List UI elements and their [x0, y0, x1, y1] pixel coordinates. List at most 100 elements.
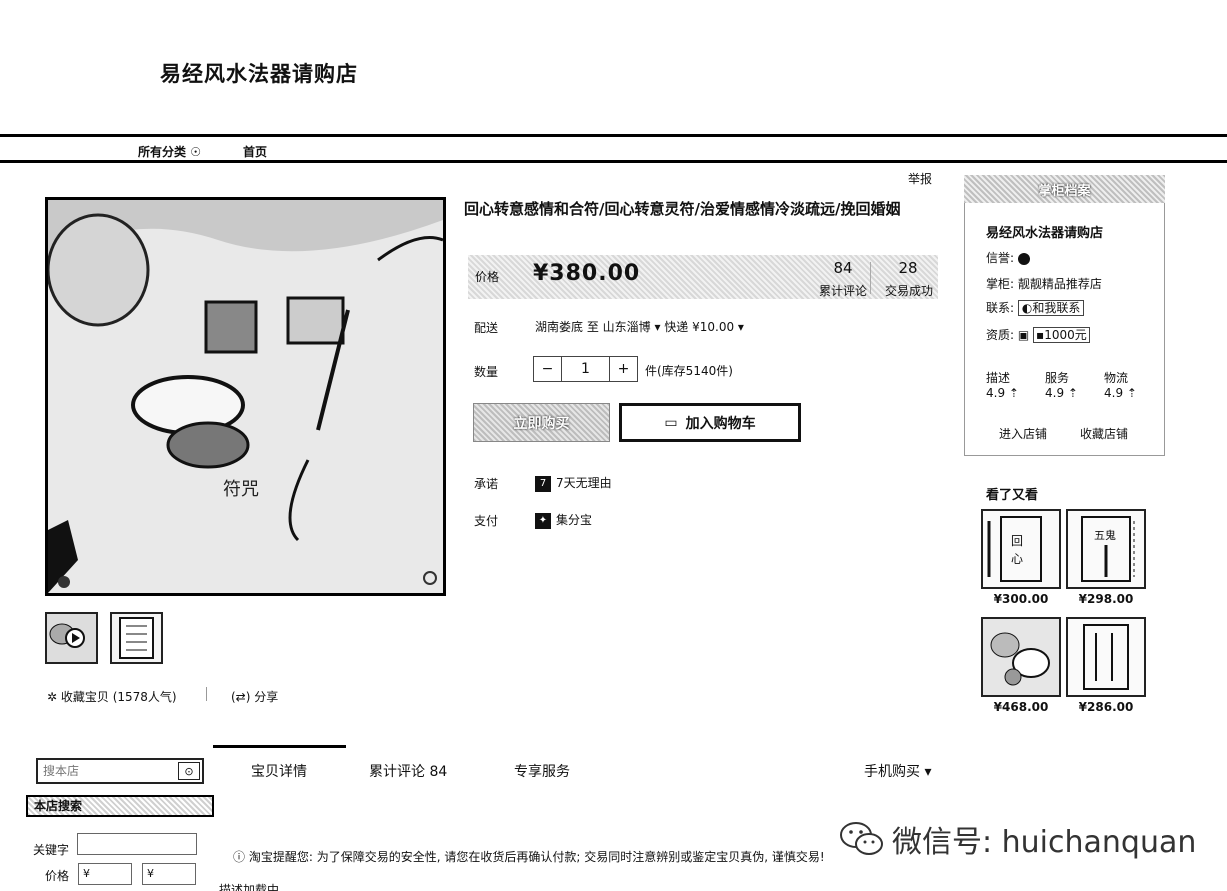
rating-description-label: 描述: [986, 371, 1011, 385]
rating-service-value: 4.9 ⇡: [1045, 386, 1078, 400]
payment-text: 集分宝: [556, 513, 593, 527]
favorite-item-link[interactable]: ✲ 收藏宝贝 (1578人气): [47, 688, 177, 705]
seven-day-return-icon: 7: [535, 475, 551, 492]
enter-shop-link[interactable]: 进入店铺: [999, 425, 1047, 442]
keeper-value[interactable]: 靓靓精品推荐店: [1018, 277, 1102, 291]
payment-value[interactable]: ✦ 集分宝: [535, 511, 592, 529]
keeper-row: 掌柜: 靓靓精品推荐店: [986, 275, 1102, 292]
jifenbao-icon: ✦: [535, 512, 551, 529]
tab-reviews[interactable]: 累计评论 84: [369, 761, 447, 781]
keyword-label: 关键字: [33, 843, 70, 857]
shipping-label: 配送: [474, 321, 499, 335]
shipping-selector[interactable]: 湖南娄底 至 山东淄博 ▾ 快递 ¥10.00 ▾: [535, 318, 744, 335]
active-tab-indicator: [213, 745, 346, 748]
nav-all-label: 所有分类: [138, 145, 187, 159]
main-product-image[interactable]: 符咒: [45, 197, 446, 596]
rating-logistics-label: 物流: [1104, 371, 1129, 385]
qualification-row: 资质: ▣ ▪1000元: [986, 326, 1090, 343]
deposit-badge[interactable]: ▪1000元: [1033, 327, 1090, 343]
ritual-items-image: [983, 619, 1059, 695]
nav-all-categories[interactable]: 所有分类 ☉: [138, 143, 201, 160]
qualification-label: 资质:: [986, 328, 1015, 342]
quantity-label: 数量: [474, 365, 499, 379]
contact-label: 联系:: [986, 301, 1015, 315]
wechat-watermark: 微信号: huichanquan: [838, 817, 1196, 861]
shop-search-heading: 本店搜索: [26, 795, 214, 817]
reviews-label[interactable]: 累计评论: [808, 282, 878, 299]
shop-name-link[interactable]: 易经风水法器请购店: [986, 222, 1103, 241]
recommended-item-price[interactable]: ¥300.00: [981, 592, 1061, 606]
promise-text: 7天无理由: [556, 476, 612, 490]
share-link[interactable]: (⇄) 分享: [231, 688, 278, 705]
search-icon: ⊙: [184, 764, 194, 778]
svg-text:心: 心: [1011, 552, 1023, 566]
divider: [870, 262, 871, 294]
reminder-text: 淘宝提醒您: 为了保障交易的安全性, 请您在收货后再确认付款; 交易同时注意辨别…: [248, 850, 825, 864]
shop-title[interactable]: 易经风水法器请购店: [160, 58, 358, 88]
star-icon: ✲: [47, 690, 58, 704]
license-icon: ▣: [1017, 328, 1030, 342]
description-loading: 描述加载中: [219, 883, 280, 891]
favorite-label: 收藏宝贝 (1578人气): [60, 690, 177, 704]
tab-details[interactable]: 宝贝详情: [251, 761, 307, 781]
header-rule-top: [0, 134, 1227, 137]
add-to-cart-button[interactable]: ▭ 加入购物车: [619, 403, 801, 442]
stock-text: 件(库存5140件): [645, 364, 733, 378]
recommended-item-price[interactable]: ¥298.00: [1066, 592, 1146, 606]
tab-mobile-buy[interactable]: 手机购买 ▾: [864, 761, 931, 781]
thumbnail-2[interactable]: [110, 612, 163, 664]
svg-text:符咒: 符咒: [223, 479, 259, 500]
svg-text:五鬼: 五鬼: [1094, 528, 1116, 542]
credit-label: 信誉:: [986, 251, 1015, 265]
rating-logistics-value: 4.9 ⇡: [1104, 386, 1137, 400]
price-filter-label: 价格: [45, 869, 70, 883]
recommended-item-price[interactable]: ¥286.00: [1066, 700, 1146, 714]
price-min-input[interactable]: ¥: [78, 863, 132, 885]
promise-label: 承诺: [474, 477, 499, 491]
talisman-paper-image: [1068, 619, 1144, 695]
buy-now-button[interactable]: 立即购买: [473, 403, 610, 442]
recommended-item-image[interactable]: 回心: [981, 509, 1061, 589]
quantity-increase-button[interactable]: +: [609, 357, 637, 381]
talisman-photo-image: 符咒: [48, 200, 443, 593]
nav-home[interactable]: 首页: [243, 143, 267, 160]
price-value: ¥380.00: [533, 261, 641, 286]
wangwang-icon: ◐: [1021, 301, 1033, 315]
share-label: 分享: [254, 690, 279, 704]
contact-button[interactable]: ◐和我联系: [1017, 300, 1085, 316]
credit-row: 信誉:: [986, 249, 1030, 266]
promise-value[interactable]: 7 7天无理由: [535, 474, 612, 492]
divider: [206, 687, 207, 701]
cart-icon: ▭: [664, 414, 678, 431]
add-to-cart-label: 加入购物车: [685, 415, 756, 432]
credit-badge-icon: [1017, 252, 1030, 265]
wechat-icon: [840, 822, 883, 855]
sales-count: 28: [898, 259, 918, 277]
recommended-item-image[interactable]: [1066, 617, 1146, 697]
recommended-item-price[interactable]: ¥468.00: [981, 700, 1061, 714]
favorite-shop-link[interactable]: 收藏店铺: [1080, 425, 1128, 442]
keeper-label: 掌柜:: [986, 277, 1015, 291]
price-label: 价格: [475, 270, 500, 284]
contact-button-label: 和我联系: [1032, 301, 1081, 315]
contact-row: 联系: ◐和我联系: [986, 299, 1085, 316]
talisman-paper-image: 五鬼: [1068, 511, 1144, 587]
reviews-count[interactable]: 84: [813, 259, 873, 277]
search-button[interactable]: ⊙: [178, 762, 200, 780]
thumbnail-2-image: [112, 614, 161, 662]
svg-text:回: 回: [1011, 534, 1023, 548]
product-title: 回心转意感情和合符/回心转意灵符/治爱情感情冷淡疏远/挽回婚姻: [464, 200, 901, 218]
shop-search-box: ⊙: [36, 758, 204, 784]
tab-services[interactable]: 专享服务: [514, 761, 570, 781]
keyword-input[interactable]: [77, 833, 197, 855]
recommended-item-image[interactable]: 五鬼: [1066, 509, 1146, 589]
price-max-input[interactable]: ¥: [142, 863, 196, 885]
shop-search-input[interactable]: [38, 760, 176, 782]
deposit-icon: ▪: [1036, 328, 1045, 342]
recommended-item-image[interactable]: [981, 617, 1061, 697]
report-link[interactable]: 举报: [908, 170, 932, 187]
quantity-decrease-button[interactable]: −: [534, 357, 562, 381]
thumbnail-1[interactable]: [45, 612, 98, 664]
quantity-input[interactable]: 1: [562, 357, 609, 381]
share-icon: (⇄): [231, 690, 251, 704]
